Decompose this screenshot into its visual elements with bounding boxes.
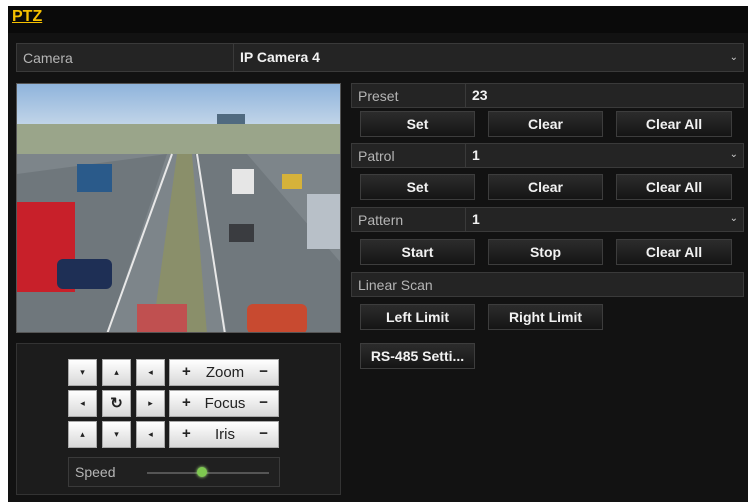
focus-far-button[interactable]: − bbox=[259, 394, 268, 411]
speed-label: Speed bbox=[75, 464, 116, 480]
pattern-label: Pattern bbox=[358, 212, 404, 228]
preset-set-button[interactable]: Set bbox=[360, 111, 475, 137]
pattern-select[interactable]: 1 ⌄ bbox=[465, 208, 744, 231]
live-view[interactable] bbox=[16, 83, 341, 333]
arrow-up-left-icon[interactable]: ▾ bbox=[68, 359, 97, 386]
left-limit-button[interactable]: Left Limit bbox=[360, 304, 475, 330]
preset-clear-button[interactable]: Clear bbox=[488, 111, 603, 137]
arrow-down-icon[interactable]: ▾ bbox=[102, 421, 131, 448]
arrow-down-left-icon[interactable]: ▴ bbox=[68, 421, 97, 448]
pattern-clear-all-button[interactable]: Clear All bbox=[616, 239, 732, 265]
camera-label: Camera bbox=[23, 50, 73, 66]
chevron-down-icon: ⌄ bbox=[729, 52, 738, 63]
preset-value: 23 bbox=[472, 87, 488, 103]
arrow-left-icon[interactable]: ◂ bbox=[68, 390, 97, 417]
iris-control: + Iris − bbox=[169, 421, 279, 448]
chevron-down-icon: ⌄ bbox=[729, 149, 738, 160]
right-limit-button[interactable]: Right Limit bbox=[488, 304, 603, 330]
iris-close-button[interactable]: − bbox=[259, 425, 268, 442]
patrol-row: Patrol 1 ⌄ bbox=[351, 143, 744, 168]
arrow-down-right-icon[interactable]: ◂ bbox=[136, 421, 165, 448]
patrol-clear-button[interactable]: Clear bbox=[488, 174, 603, 200]
linear-scan-row: Linear Scan bbox=[351, 272, 744, 297]
pattern-stop-button[interactable]: Stop bbox=[488, 239, 603, 265]
window-title: PTZ bbox=[12, 8, 43, 25]
camera-row: Camera IP Camera 4 ⌄ bbox=[16, 43, 744, 72]
patrol-value: 1 bbox=[472, 147, 480, 163]
speed-control: Speed bbox=[68, 457, 280, 487]
rs485-settings-button[interactable]: RS-485 Setti... bbox=[360, 343, 475, 369]
focus-control: + Focus − bbox=[169, 390, 279, 417]
zoom-control: + Zoom − bbox=[169, 359, 279, 386]
zoom-out-button[interactable]: − bbox=[259, 363, 268, 380]
pattern-start-button[interactable]: Start bbox=[360, 239, 475, 265]
title-bar: PTZ bbox=[8, 6, 748, 33]
pattern-row: Pattern 1 ⌄ bbox=[351, 207, 744, 232]
arrow-up-icon[interactable]: ▴ bbox=[102, 359, 131, 386]
preset-clear-all-button[interactable]: Clear All bbox=[616, 111, 732, 137]
patrol-select[interactable]: 1 ⌄ bbox=[465, 144, 744, 167]
pattern-value: 1 bbox=[472, 211, 480, 227]
chevron-down-icon: ⌄ bbox=[729, 213, 738, 224]
camera-select[interactable]: IP Camera 4 ⌄ bbox=[233, 44, 744, 71]
speed-slider-knob[interactable] bbox=[197, 467, 208, 477]
ptz-window: PTZ Camera IP Camera 4 ⌄ Preset 23 Set C… bbox=[8, 6, 748, 502]
arrow-up-right-icon[interactable]: ◂ bbox=[136, 359, 165, 386]
auto-rotate-icon[interactable]: ↻ bbox=[102, 390, 131, 417]
linear-scan-label: Linear Scan bbox=[358, 277, 433, 293]
camera-value: IP Camera 4 bbox=[240, 49, 320, 65]
arrow-right-icon[interactable]: ▸ bbox=[136, 390, 165, 417]
patrol-label: Patrol bbox=[358, 148, 395, 164]
ptz-control-panel: ▾ ▴ ◂ ◂ ↻ ▸ ▴ ▾ ◂ + Zoom − + Focus − + I… bbox=[16, 343, 341, 495]
preset-label: Preset bbox=[358, 88, 399, 104]
camera-feed-image bbox=[17, 84, 340, 332]
patrol-clear-all-button[interactable]: Clear All bbox=[616, 174, 732, 200]
patrol-set-button[interactable]: Set bbox=[360, 174, 475, 200]
speed-slider[interactable] bbox=[147, 467, 269, 477]
preset-row: Preset 23 bbox=[351, 83, 744, 108]
preset-input[interactable]: 23 bbox=[465, 84, 744, 107]
